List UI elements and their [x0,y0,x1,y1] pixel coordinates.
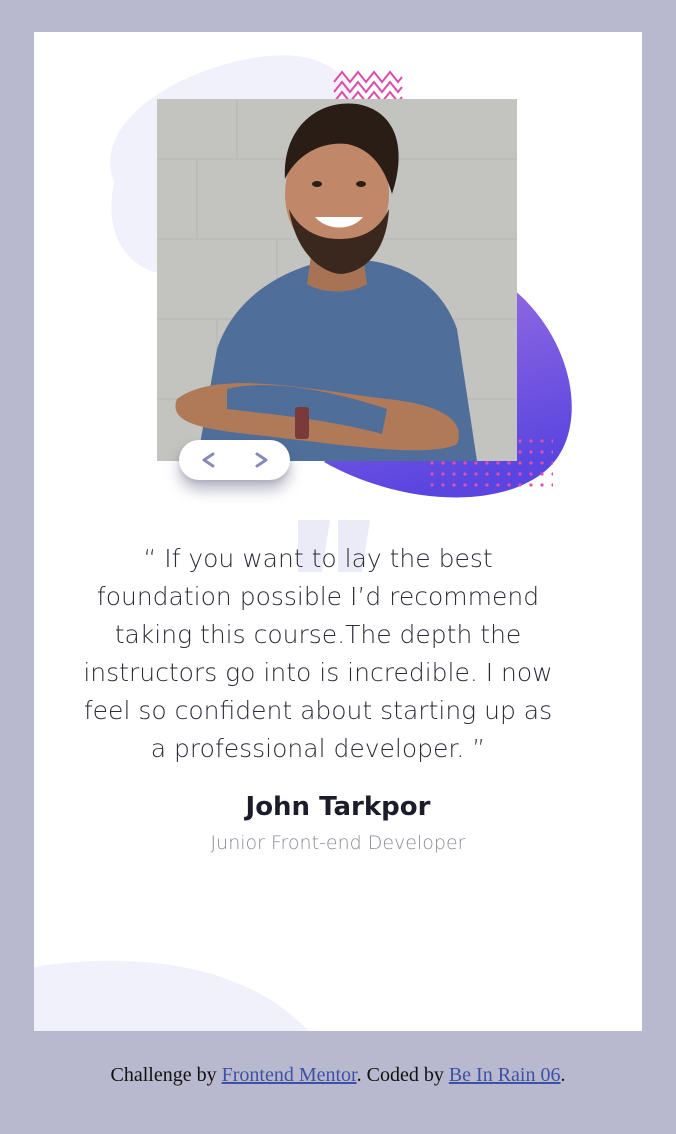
footer-prefix: Challenge by [110,1064,222,1086]
profile-photo [157,99,517,461]
testimonial-quote: “ If you want to lay the best foundation… [83,544,553,763]
author-link[interactable]: Be In Rain 06 [449,1064,561,1086]
light-blob-bottom [34,960,309,1031]
chevron-right-icon [255,452,267,468]
footer-suffix: . [560,1064,566,1086]
attribution-footer: Challenge by Frontend Mentor. Coded by B… [0,1064,676,1087]
author-name: John Tarkpor [245,792,431,822]
author-role: Junior Front-end Developer [210,832,466,854]
chevron-left-icon [202,452,214,468]
testimonial-card: “ If you want to lay the best foundation… [34,32,642,1031]
footer-middle: . Coded by [356,1064,449,1086]
frontend-mentor-link[interactable]: Frontend Mentor [222,1064,357,1086]
slider-navigation [179,440,290,480]
prev-button[interactable] [198,449,220,471]
next-button[interactable] [250,449,272,471]
